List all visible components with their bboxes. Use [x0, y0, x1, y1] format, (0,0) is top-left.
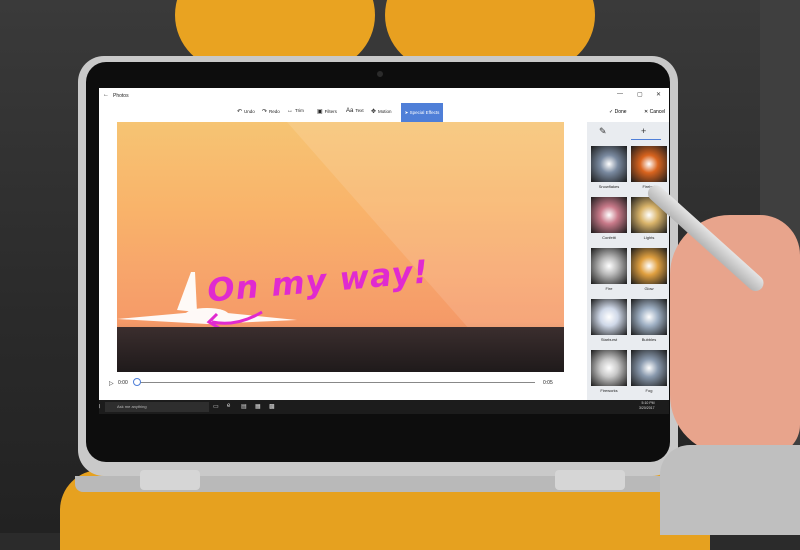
effect-tile-bubbles[interactable] [631, 299, 667, 335]
hinge-left [140, 470, 200, 490]
effect-tile-fog[interactable] [631, 350, 667, 386]
minimize-icon[interactable]: — [617, 91, 623, 97]
done-button[interactable]: ✓ Done [609, 109, 627, 115]
effect-tile-confetti[interactable] [591, 197, 627, 233]
filters-icon: ▣ [317, 109, 323, 115]
effect-label: Fire [605, 286, 613, 291]
text-icon: Aa [346, 108, 354, 114]
effect-label: Starburst [600, 337, 618, 342]
effect-tile-glow[interactable] [631, 248, 667, 284]
effect-label: Glow [644, 286, 654, 291]
effect-tile-snowflakes[interactable] [591, 146, 627, 182]
title-bar: ← Photos — ▢ ✕ [99, 88, 669, 102]
motion-icon: ✥ [371, 109, 377, 115]
cancel-label: Cancel [649, 109, 666, 115]
file-explorer-icon[interactable]: ▤ [241, 403, 247, 410]
app-title: Photos [113, 93, 129, 99]
taskbar: ⊞ Ask me anything ▭ e ▤ ▦ ▩ 5:10 PM 3/20… [99, 400, 669, 414]
effect-tile-starburst[interactable] [591, 299, 627, 335]
back-arrow-icon[interactable]: ← [103, 92, 109, 98]
text-label: Text [355, 108, 364, 113]
taskbar-clock[interactable]: 5:10 PM 3/20/2017 [639, 401, 655, 411]
ground [117, 327, 564, 372]
effect-label: Bubbles [641, 337, 657, 342]
task-view-icon[interactable]: ▭ [213, 403, 219, 410]
webcam [377, 71, 383, 77]
text-button[interactable]: Aa Text [346, 108, 364, 114]
trim-label: Trim [295, 108, 304, 113]
screen: ← Photos — ▢ ✕ ↶ Undo ↷ Redo ↔ Trim ▣ Filter… [99, 88, 669, 414]
hand [670, 215, 800, 455]
search-placeholder: Ask me anything [117, 404, 147, 409]
effect-label: Lights [643, 235, 655, 240]
special-effects-button[interactable]: ➤ Special Effects [401, 103, 443, 122]
undo-icon: ↶ [237, 109, 243, 115]
redo-button[interactable]: ↷ Redo [262, 108, 280, 115]
trim-icon: ↔ [287, 108, 293, 114]
motion-button[interactable]: ✥ Motion [371, 108, 392, 115]
end-time: 0:05 [543, 380, 553, 386]
redo-icon: ↷ [262, 109, 268, 115]
add-icon[interactable]: + [641, 126, 646, 136]
filters-button[interactable]: ▣ Filters [317, 108, 337, 115]
effect-label: Fog [645, 388, 653, 393]
video-preview[interactable]: On my way! [117, 122, 564, 372]
edge-icon[interactable]: e [227, 403, 230, 409]
play-icon[interactable]: ▷ [109, 380, 114, 387]
editor-toolbar: ↶ Undo ↷ Redo ↔ Trim ▣ Filters Aa Text ✥ Motio… [99, 102, 669, 122]
taskbar-date: 3/20/2017 [639, 406, 655, 410]
cancel-button[interactable]: ✕ Cancel [644, 109, 665, 115]
effect-tile-fire[interactable] [591, 248, 627, 284]
photos-icon[interactable]: ▩ [269, 403, 275, 410]
effect-tile-fireball[interactable] [631, 146, 667, 182]
seek-handle[interactable] [133, 378, 141, 386]
windows-start-icon[interactable]: ⊞ [99, 402, 100, 412]
hinge-right [555, 470, 625, 490]
playback-controls: ▷ 0:00 0:05 [109, 376, 559, 392]
pen-icon[interactable]: ✎ [599, 126, 607, 137]
trim-button[interactable]: ↔ Trim [287, 108, 304, 114]
special-effects-label: Special Effects [409, 110, 440, 115]
taskbar-search[interactable]: ⊞ Ask me anything [99, 402, 209, 412]
effects-panel: ✎ + Snowflakes Fireball Confetti Lights Fire… [587, 122, 669, 400]
filters-label: Filters [324, 109, 337, 114]
redo-label: Redo [269, 109, 280, 114]
current-time: 0:00 [118, 380, 128, 386]
seek-bar[interactable] [135, 382, 535, 383]
sleeve [660, 445, 800, 535]
motion-label: Motion [378, 109, 392, 114]
effect-label: Fireworks [600, 388, 618, 393]
undo-button[interactable]: ↶ Undo [237, 108, 255, 115]
active-tab-indicator [631, 139, 661, 140]
close-icon[interactable]: ✕ [656, 91, 661, 98]
undo-label: Undo [244, 109, 255, 114]
effect-tile-fireworks[interactable] [591, 350, 627, 386]
effect-label: Snowflakes [598, 184, 620, 189]
maximize-icon[interactable]: ▢ [637, 91, 643, 98]
store-icon[interactable]: ▦ [255, 403, 261, 410]
done-label: Done [614, 109, 627, 115]
effect-label: Confetti [602, 235, 616, 240]
